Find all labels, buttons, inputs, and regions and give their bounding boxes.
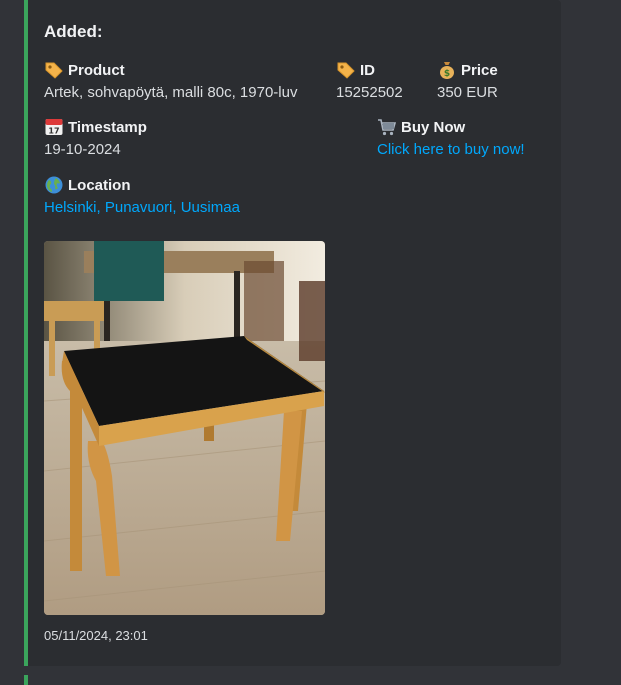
field-product: Product Artek, sohvapöytä, malli 80c, 19… [44,59,298,102]
field-location: Location Helsinki, Punavuori, Uusimaa [44,174,240,216]
field-timestamp: 17 Timestamp 19-10-2024 [44,116,147,159]
label-icon [45,62,63,79]
svg-text:17: 17 [48,127,59,136]
label-icon [337,62,355,79]
embed-footer-timestamp: 05/11/2024, 23:01 [44,628,148,643]
svg-text:$: $ [444,69,450,79]
field-timestamp-name: Timestamp [68,118,147,136]
table-photo [44,241,325,615]
next-embed-border [24,675,28,685]
message-embed: Added: Product Artek, sohvapöytä, malli … [24,0,561,666]
field-id-value: 15252502 [336,84,403,101]
field-buy-now-name: Buy Now [401,118,466,136]
field-price-value: 350 EUR [437,84,498,101]
product-image[interactable] [44,241,325,615]
buy-now-link[interactable]: Click here to buy now! [377,141,525,158]
field-timestamp-value: 19-10-2024 [44,141,121,158]
field-product-name: Product [68,61,125,79]
field-price: $ Price 350 EUR [437,59,498,102]
location-link[interactable]: Helsinki, Punavuori, Uusimaa [44,199,240,216]
calendar-icon: 17 [45,119,63,136]
field-id-name: ID [360,61,375,79]
shopping-cart-icon [378,119,397,136]
money-bag-icon: $ [440,62,454,79]
field-price-name: Price [461,61,498,79]
field-product-value: Artek, sohvapöytä, malli 80c, 1970-luv [44,84,298,101]
field-id: ID 15252502 [336,59,403,102]
field-location-name: Location [68,176,131,194]
globe-icon [45,176,63,194]
field-buy-now: Buy Now Click here to buy now! [377,116,525,159]
embed-title: Added: [44,22,103,41]
